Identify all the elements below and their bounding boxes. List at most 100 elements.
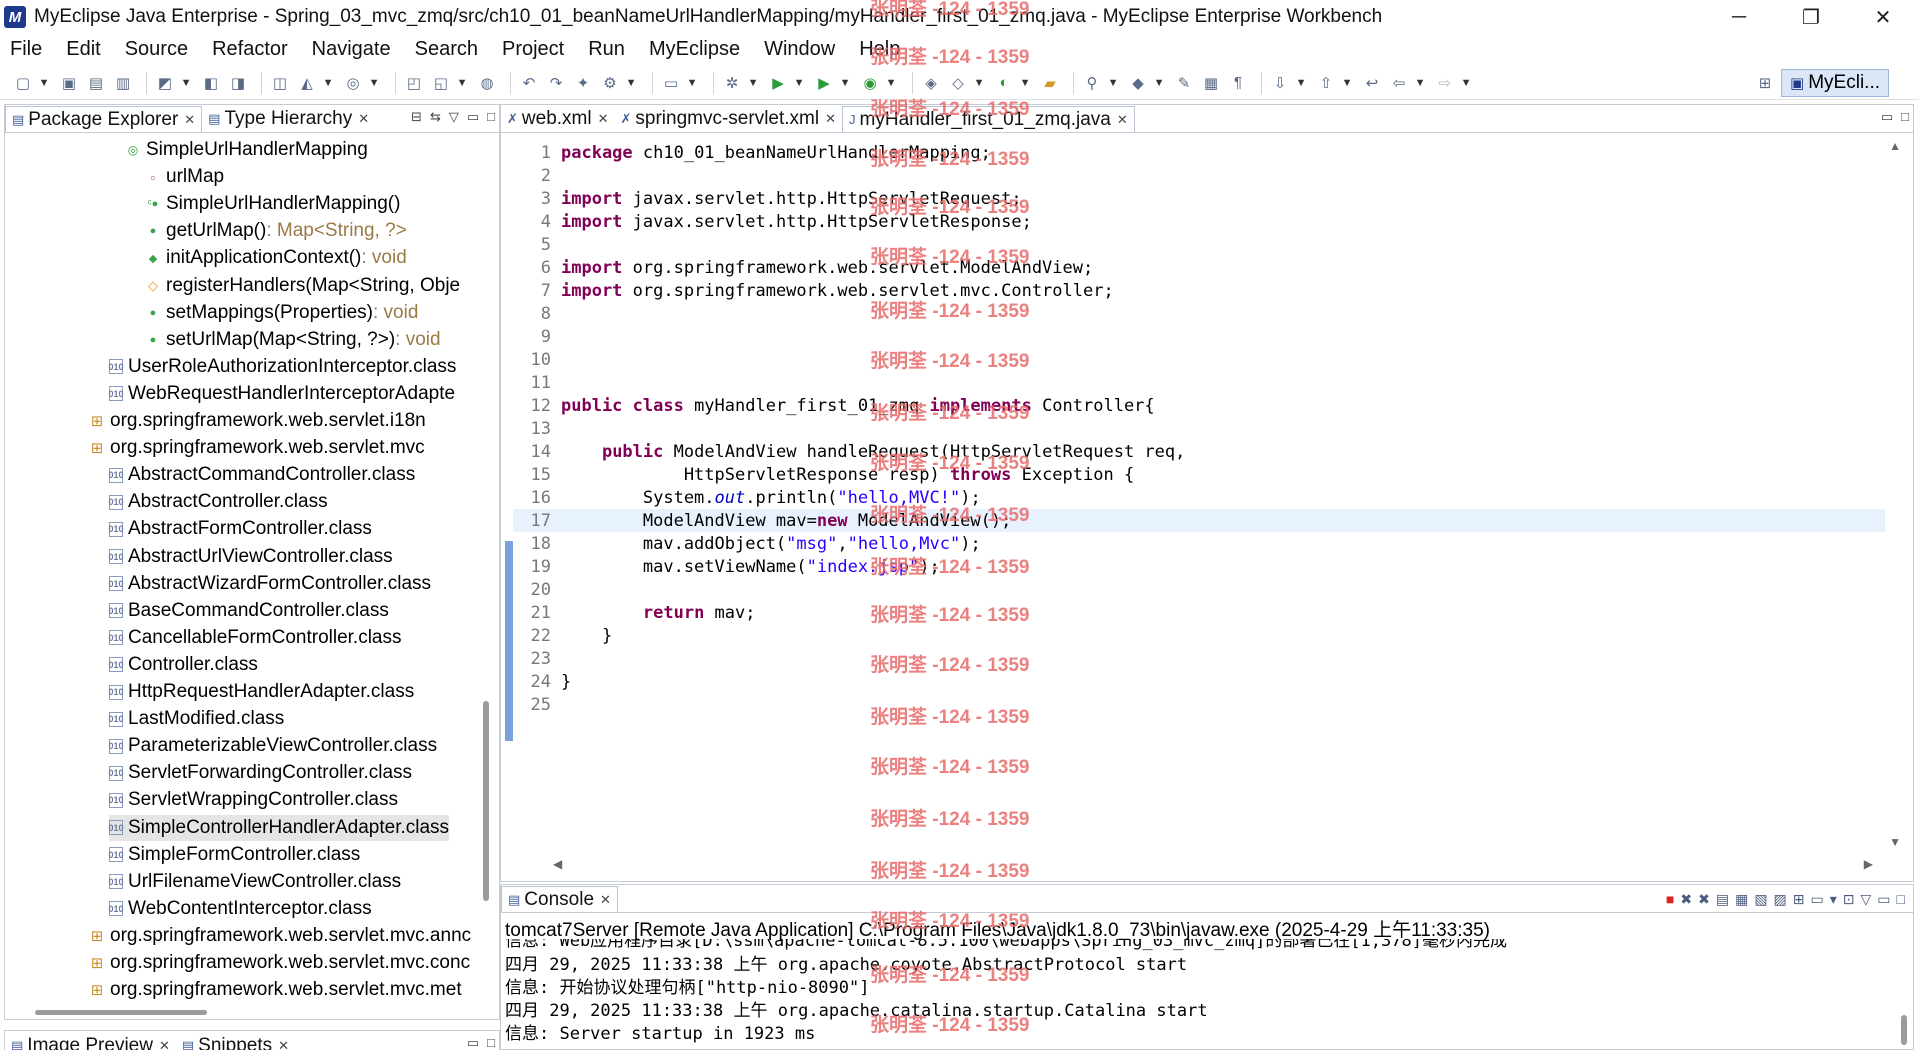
tree-item[interactable]: ● setMappings(Properties) : void	[145, 300, 419, 326]
tab-image-preview[interactable]: ▤ Image Preview ✕	[5, 1033, 176, 1050]
display-console-icon[interactable]: ▭	[1811, 891, 1824, 908]
minimize-view-icon[interactable]: ▭	[1877, 891, 1890, 908]
tree-horizontal-scrollbar[interactable]	[35, 1010, 207, 1015]
scroll-lock-icon[interactable]: ▦	[1735, 891, 1748, 908]
code-line[interactable]: 24}	[513, 670, 1885, 693]
tree-item[interactable]: ⊞ org.springframework.web.servlet.mvc.met	[89, 977, 462, 1003]
code-line[interactable]: 16 System. out .println("hello,MVC!");	[513, 486, 1885, 509]
scroll-right-arrow-icon[interactable]: ▶	[1864, 857, 1873, 871]
show-stderr-icon[interactable]: ▨	[1774, 891, 1787, 908]
view-menu-icon[interactable]: ▽	[1861, 891, 1872, 908]
new-dropdown-icon[interactable]: ▼	[39, 72, 50, 94]
prev-annotation-icon[interactable]: ⇧	[1315, 72, 1337, 94]
tools-icon[interactable]: ⚙	[599, 72, 621, 94]
tree-item[interactable]: ◆ initApplicationContext() : void	[145, 245, 407, 271]
scroll-down-arrow-icon[interactable]: ▼	[1889, 835, 1901, 849]
tree-item[interactable]: 010 CancellableFormController.class	[108, 625, 401, 651]
scroll-left-arrow-icon[interactable]: ◀	[553, 857, 562, 871]
tree-item[interactable]: 010 UrlFilenameViewController.class	[108, 869, 401, 895]
close-tab-icon[interactable]: ✕	[598, 111, 609, 127]
wizard-icon[interactable]: ✦	[572, 72, 594, 94]
back-icon[interactable]: ⇦	[1388, 72, 1410, 94]
tree-vertical-scrollbar[interactable]	[483, 701, 489, 901]
minimize-view-icon[interactable]: ▭	[1881, 109, 1893, 125]
tree-item[interactable]: ◎ SimpleUrlHandlerMapping	[125, 137, 368, 163]
tree-item[interactable]: 010 SimpleControllerHandlerAdapter.class	[108, 814, 450, 841]
tree-item[interactable]: 010 SimpleFormController.class	[108, 842, 360, 868]
code-line[interactable]: 14 public ModelAndView handleRequest(Htt…	[513, 440, 1885, 463]
tree-item[interactable]: 010 AbstractFormController.class	[108, 516, 371, 542]
package-icon[interactable]: ◱	[430, 72, 452, 94]
show-stdout-icon[interactable]: ▧	[1754, 891, 1767, 908]
last-edit-icon[interactable]: ↩	[1361, 72, 1383, 94]
tree-item[interactable]: 010 ParameterizableViewController.class	[108, 733, 437, 759]
code-line[interactable]: 8	[513, 302, 1885, 325]
menu-window[interactable]: Window	[764, 38, 835, 61]
tree-item[interactable]: 010 Controller.class	[108, 652, 257, 678]
tree-item[interactable]: 010 LastModified.class	[108, 706, 284, 732]
terminate-icon[interactable]: ■	[1666, 891, 1674, 908]
redo-icon[interactable]: ↷	[545, 72, 567, 94]
tree-item[interactable]: 010 AbstractWizardFormController.class	[108, 571, 431, 597]
tree-item[interactable]: 010 AbstractController.class	[108, 489, 327, 515]
menu-help[interactable]: Help	[859, 38, 900, 61]
search-icon[interactable]: ⚲	[1081, 72, 1103, 94]
server-icon[interactable]: ◫	[269, 72, 291, 94]
close-tab-icon[interactable]: ✕	[159, 1038, 170, 1050]
menu-edit[interactable]: Edit	[66, 38, 100, 61]
tools-dropdown-icon[interactable]: ▼	[626, 72, 637, 94]
new-java-project-icon[interactable]: ◈	[920, 72, 942, 94]
menu-refactor[interactable]: Refactor	[212, 38, 288, 61]
save-icon[interactable]: ▣	[58, 72, 80, 94]
scroll-up-arrow-icon[interactable]: ▲	[1889, 139, 1901, 153]
minimize-view-icon[interactable]: ▭	[467, 109, 479, 125]
tree-item[interactable]: 010 UserRoleAuthorizationInterceptor.clas…	[108, 354, 456, 380]
run-external-dropdown-icon[interactable]: ▼	[840, 72, 851, 94]
tree-item[interactable]: 010 BaseCommandController.class	[108, 598, 388, 624]
code-line[interactable]: 6 import org.springframework.web.servlet.…	[513, 256, 1885, 279]
browser-icon[interactable]: ◎	[342, 72, 364, 94]
debug-icon[interactable]: ✲	[721, 72, 743, 94]
tree-item[interactable]: ◇ registerHandlers(Map<String, Obje	[145, 273, 460, 299]
code-line[interactable]: 20	[513, 578, 1885, 601]
search-dropdown-icon[interactable]: ▼	[1108, 72, 1119, 94]
forward-icon[interactable]: ⇨	[1434, 72, 1456, 94]
code-line[interactable]: 22 }	[513, 624, 1885, 647]
new-project-icon[interactable]: ◩	[154, 72, 176, 94]
code-line[interactable]: 10	[513, 348, 1885, 371]
pin-console-icon[interactable]: ⊞	[1793, 891, 1805, 908]
new-icon[interactable]: ▢	[12, 72, 34, 94]
menu-file[interactable]: File	[10, 38, 42, 61]
tree-item[interactable]: ⊞ org.springframework.web.servlet.i18n	[89, 408, 426, 434]
clear-console-icon[interactable]: ▤	[1716, 891, 1729, 908]
next-annotation-icon[interactable]: ⇩	[1269, 72, 1291, 94]
tree-item[interactable]: ● setUrlMap(Map<String, ?>) : void	[145, 327, 441, 353]
tab-snippets[interactable]: ▤ Snippets ✕	[176, 1033, 295, 1050]
code-line[interactable]: 25	[513, 693, 1885, 716]
debug-dropdown-icon[interactable]: ▼	[748, 72, 759, 94]
run-dropdown-icon[interactable]: ▼	[794, 72, 805, 94]
code-line[interactable]: 1 package ch10_01_beanNameUrlHandlerMappi…	[513, 141, 1885, 164]
tree-item[interactable]: 010 WebContentInterceptor.class	[108, 896, 371, 922]
new-project-dropdown-icon[interactable]: ▼	[181, 72, 192, 94]
coverage-icon[interactable]: ◉	[859, 72, 881, 94]
code-line[interactable]: 11	[513, 371, 1885, 394]
link-with-editor-icon[interactable]: ⇆	[430, 109, 441, 125]
maximize-view-icon[interactable]: □	[487, 109, 495, 125]
new-package-icon[interactable]: ◇	[947, 72, 969, 94]
minimize-view-icon[interactable]: ▭	[467, 1035, 479, 1050]
close-tab-icon[interactable]: ✕	[825, 111, 836, 127]
code-line[interactable]: 21 return mav;	[513, 601, 1885, 624]
tree-item[interactable]: 010 WebRequestHandlerInterceptorAdapte	[108, 381, 455, 407]
tree-item[interactable]: 010 AbstractCommandController.class	[108, 462, 415, 488]
toggle-mark-occurrences-icon[interactable]: ✎	[1173, 72, 1195, 94]
close-tab-icon[interactable]: ✕	[600, 892, 611, 908]
open-console-icon[interactable]: ▾	[1830, 891, 1837, 908]
tree-item[interactable]: 010 HttpRequestHandlerAdapter.class	[108, 679, 414, 705]
forward-dropdown-icon[interactable]: ▼	[1461, 72, 1472, 94]
open-resource-icon[interactable]: ◨	[227, 72, 249, 94]
collapse-all-icon[interactable]: ⊟	[411, 109, 422, 125]
tree-item[interactable]: 010 ServletWrappingController.class	[108, 787, 398, 813]
maximize-view-icon[interactable]: □	[1901, 109, 1909, 125]
tree-item[interactable]: ⊞ org.springframework.web.servlet.mvc	[89, 435, 425, 461]
